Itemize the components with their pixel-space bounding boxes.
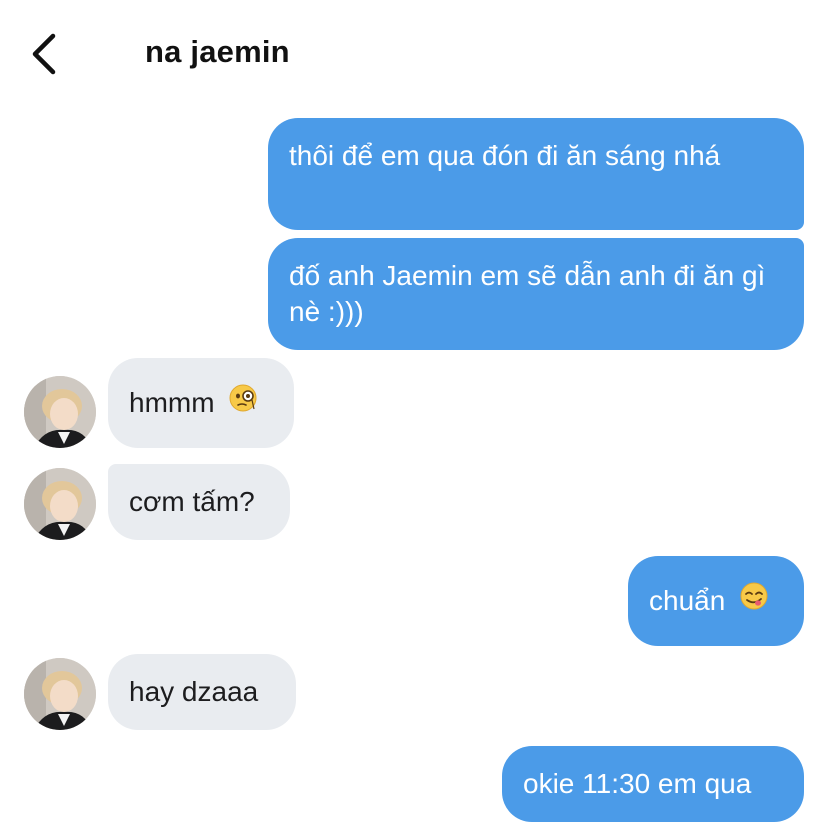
message-text: okie 11:30 em qua [523,768,752,799]
sent-message-bubble[interactable]: đố anh Jaemin em sẽ dẫn anh đi ăn gì nè … [268,238,804,350]
chat-screen: na jaemin thôi để em qua đón đi ăn sáng … [0,0,827,832]
sent-message-bubble[interactable]: okie 11:30 em qua [502,746,804,822]
message-text: đố anh Jaemin em sẽ dẫn anh đi ăn gì nè … [289,260,766,327]
message-text: chuẩn [649,585,726,616]
contact-avatar[interactable] [24,468,96,540]
sent-message-bubble[interactable]: thôi để em qua đón đi ăn sáng nhá [268,118,804,230]
received-message-bubble[interactable]: hay dzaaa [108,654,296,730]
message-text: hmmm [129,387,215,418]
message-text: cơm tấm? [129,486,255,517]
message-text: hay dzaaa [129,676,259,707]
contact-name: na jaemin [145,34,290,69]
monocle-face-icon [228,383,258,422]
received-message-bubble[interactable]: cơm tấm? [108,464,290,540]
chevron-left-icon [32,33,56,75]
contact-avatar[interactable] [24,376,96,448]
back-button[interactable] [22,28,70,80]
chat-header: na jaemin [0,0,827,100]
message-text: thôi để em qua đón đi ăn sáng nhá [289,140,721,171]
sent-message-bubble[interactable]: chuẩn [628,556,804,646]
savoring-food-icon [739,581,769,620]
contact-avatar[interactable] [24,658,96,730]
received-message-bubble[interactable]: hmmm [108,358,294,448]
